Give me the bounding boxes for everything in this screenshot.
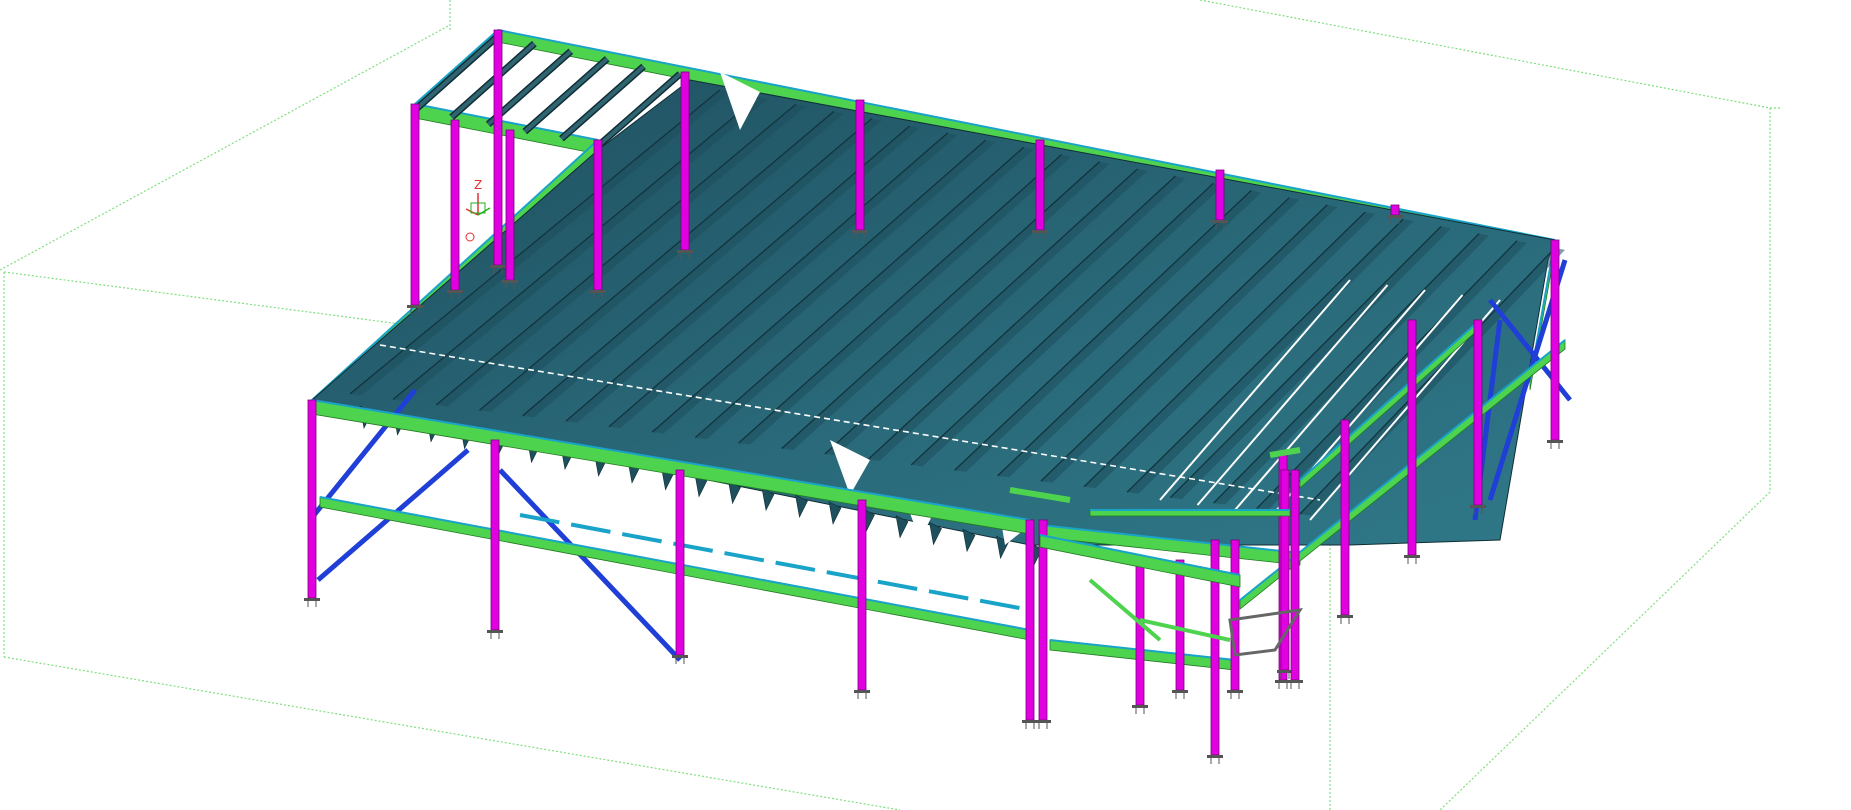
baseplate [1387,215,1403,218]
baseplate [1212,220,1228,223]
stair-stringer [1088,578,1162,642]
baseplate [1547,440,1563,443]
baseplate [677,250,693,253]
column [857,499,867,691]
column [1230,539,1240,691]
column [1175,559,1185,691]
baseplate [1207,755,1223,758]
column [1035,139,1045,231]
column [1290,469,1300,681]
baseplate [490,265,506,268]
column [1550,239,1560,441]
baseplate [1404,555,1420,558]
column [1215,169,1225,221]
column [1025,519,1035,721]
baseplate [447,290,463,293]
column [1135,559,1145,706]
column [307,399,317,599]
column [493,29,503,266]
column [1473,319,1483,506]
column [855,99,865,231]
baseplate [1032,230,1048,233]
baseplate [1035,720,1051,723]
annex-rafter-face [523,57,609,134]
baseplate [487,630,503,633]
3d-model-viewport[interactable]: Z [0,0,1851,810]
column [490,439,500,631]
column [675,469,685,656]
beam-trim [414,29,499,105]
model-canvas[interactable]: Z [0,0,1851,810]
baseplate [1172,690,1188,693]
baseplate [590,290,606,293]
xyz-axis-icon: Z [465,178,491,242]
baseplate [672,655,688,658]
column [680,71,690,251]
baseplate [1227,690,1243,693]
baseplate [502,280,518,283]
column [593,139,603,291]
baseplate [1287,680,1303,683]
baseplate [1470,505,1486,508]
column [410,103,420,306]
column [1340,419,1350,616]
column [450,119,460,291]
baseplate [407,305,423,308]
axis-z-label: Z [474,178,482,192]
baseplate [852,230,868,233]
baseplate [304,598,320,601]
baseplate [1337,615,1353,618]
column [1407,319,1417,556]
column [505,129,515,281]
stair-landing-frame [1228,608,1303,657]
column [1390,204,1400,216]
annex-rafter-face [413,34,500,112]
baseplate [1277,670,1293,673]
baseplate [854,690,870,693]
column [1038,519,1048,721]
baseplate [1132,705,1148,708]
annex-rafter-face [450,42,536,119]
